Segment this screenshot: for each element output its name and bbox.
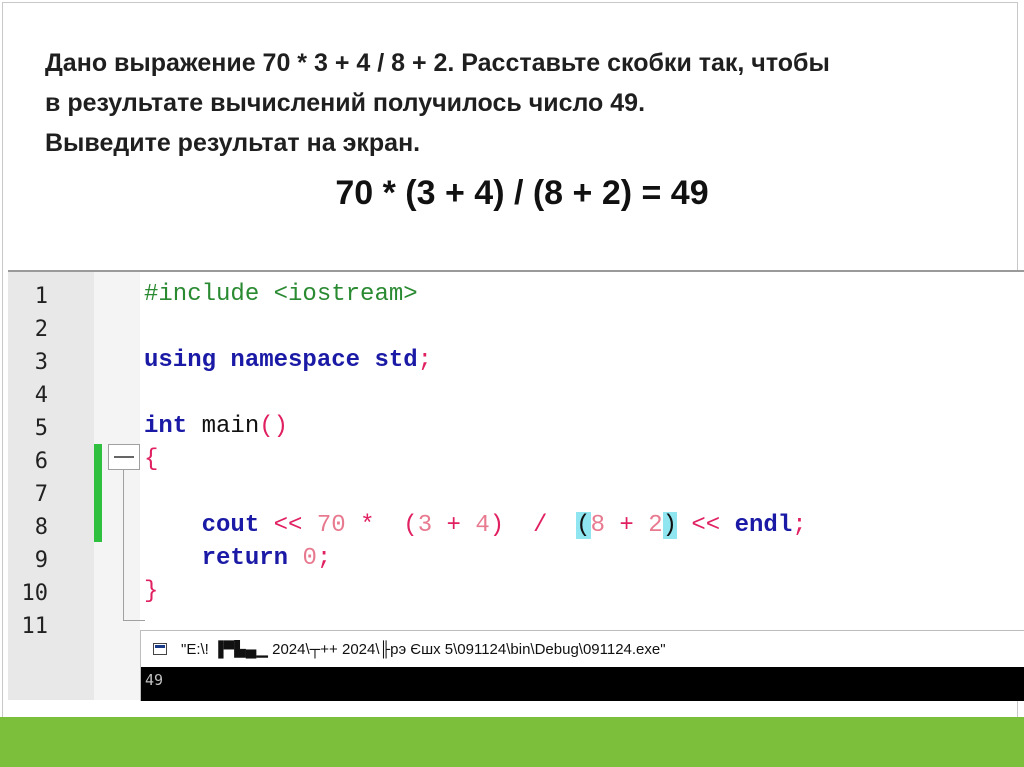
number-literal: 8 [590, 512, 605, 539]
answer-expression: 70 * (3 + 4) / (8 + 2) = 49 [335, 174, 709, 212]
plus-operator: + [446, 512, 461, 539]
console-window-icon [153, 643, 167, 655]
fold-guide-line [123, 470, 124, 620]
close-brace: } [144, 578, 159, 605]
line-number-gutter: 1 2 3 4 5 6 7 8 9 10 11 [8, 272, 94, 700]
plus-operator: + [619, 512, 634, 539]
change-marker-bar [94, 444, 102, 542]
task-text-line-3: Выведите результат на экран. [45, 129, 421, 157]
semicolon: ; [417, 347, 433, 374]
highlighted-open-paren: ( [576, 512, 591, 539]
include-directive: #include <iostream> [144, 281, 418, 308]
task-text-line-2: в результате вычислений получилось число… [45, 89, 646, 117]
line-number: 5 [34, 416, 48, 441]
task-text-line-1: Дано выражение 70 * 3 + 4 / 8 + 2. Расст… [45, 49, 830, 77]
semicolon: ; [792, 512, 807, 539]
divide-operator: / [532, 512, 548, 539]
line-number: 3 [34, 350, 48, 375]
identifier-cout: cout [201, 512, 260, 539]
footer-band [0, 717, 1024, 767]
fold-minus-glyph [114, 456, 134, 458]
number-literal: 4 [475, 512, 490, 539]
line-number: 1 [34, 284, 48, 309]
line-number: 9 [34, 548, 48, 573]
code-line-8[interactable]: cout << 70 * (3 + 4) / (8 + 2) << endl; [144, 509, 807, 542]
number-literal: 70 [316, 512, 346, 539]
number-literal: 0 [302, 545, 317, 572]
fold-guide-end [123, 620, 145, 621]
code-line-10[interactable]: } [144, 575, 158, 608]
code-line-6[interactable]: { [144, 443, 158, 476]
keyword-std: std [374, 347, 418, 374]
code-line-9[interactable]: return 0; [144, 542, 332, 575]
close-paren: ) [489, 512, 505, 539]
line-number: 11 [21, 614, 49, 639]
line-number: 4 [34, 383, 48, 408]
code-line-1[interactable]: #include <iostream> [144, 278, 418, 311]
keyword-int: int [144, 413, 188, 440]
fold-minus-icon[interactable] [108, 444, 140, 470]
console-body[interactable]: 49 [141, 667, 1024, 701]
line-number: 7 [34, 482, 48, 507]
line-number: 10 [21, 581, 49, 606]
stream-operator: << [273, 512, 303, 539]
parentheses: () [259, 413, 289, 440]
line-number: 2 [34, 317, 48, 342]
code-line-5[interactable]: int main() [144, 410, 288, 443]
console-titlebar[interactable]: "E:\! ▐▀▙▄▁ 2024\┬++ 2024\╟рэ Єшх 5\0911… [141, 631, 1024, 667]
open-paren: ( [403, 512, 418, 539]
open-brace: { [144, 446, 159, 473]
console-title: "E:\! ▐▀▙▄▁ 2024\┬++ 2024\╟рэ Єшх 5\0911… [181, 641, 666, 658]
keyword-using: using [144, 347, 217, 374]
console-window[interactable]: "E:\! ▐▀▙▄▁ 2024\┬++ 2024\╟рэ Єшх 5\0911… [140, 630, 1024, 701]
slide: Дано выражение 70 * 3 + 4 / 8 + 2. Расст… [0, 0, 1024, 767]
number-literal: 3 [417, 512, 433, 539]
identifier-main: main [201, 413, 260, 440]
console-output: 49 [145, 671, 164, 689]
stream-operator: << [691, 512, 721, 539]
identifier-endl: endl [734, 512, 793, 539]
multiply-operator: * [360, 512, 375, 539]
highlighted-close-paren: ) [662, 512, 677, 539]
number-literal: 2 [648, 512, 663, 539]
keyword-return: return [201, 545, 289, 572]
semicolon: ; [316, 545, 332, 572]
line-number: 8 [34, 515, 48, 540]
keyword-namespace: namespace [230, 347, 361, 374]
code-line-3[interactable]: using namespace std; [144, 344, 432, 377]
editor-top-rule [8, 270, 1024, 272]
line-number: 6 [34, 449, 48, 474]
